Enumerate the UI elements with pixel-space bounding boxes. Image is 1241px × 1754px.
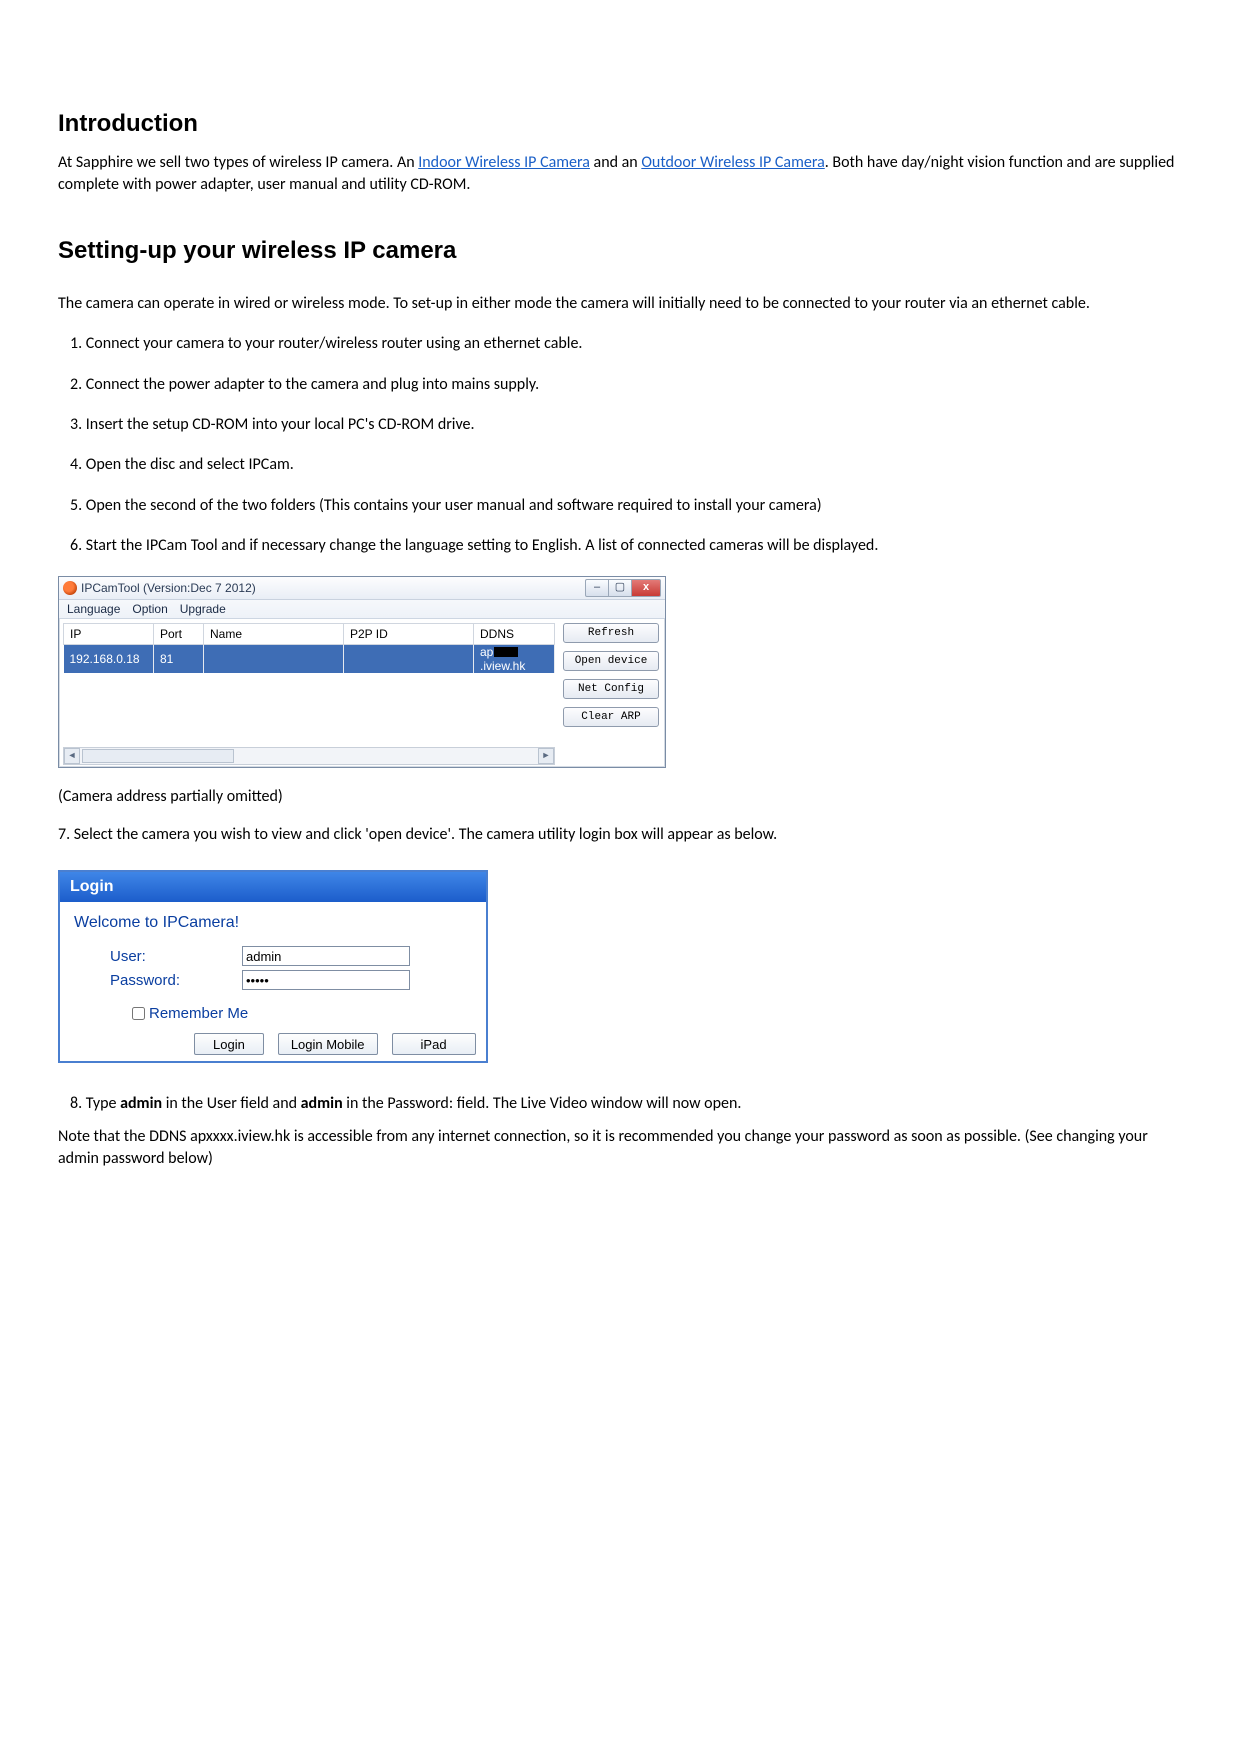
menubar: Language Option Upgrade bbox=[59, 600, 665, 619]
step8-b2: admin bbox=[301, 1094, 343, 1113]
horizontal-scrollbar[interactable]: ◄ ► bbox=[63, 747, 555, 765]
camera-table[interactable]: IP Port Name P2P ID DDNS 192.168.0.18 81… bbox=[63, 623, 555, 753]
app-icon bbox=[63, 581, 77, 595]
step8-mid1: in the User field and bbox=[162, 1094, 301, 1113]
ipad-button[interactable]: iPad bbox=[392, 1033, 476, 1055]
cell-ip: 192.168.0.18 bbox=[64, 644, 154, 673]
remember-label: Remember Me bbox=[149, 1005, 248, 1022]
col-port[interactable]: Port bbox=[154, 623, 204, 644]
scroll-left-arrow-icon[interactable]: ◄ bbox=[64, 748, 80, 764]
window-title: IPCamTool (Version:Dec 7 2012) bbox=[81, 581, 256, 595]
ddns-post: .iview.hk bbox=[480, 659, 525, 673]
window-close-button[interactable]: x bbox=[632, 579, 661, 597]
password-input[interactable] bbox=[242, 970, 410, 990]
intro-text-pre: At Sapphire we sell two types of wireles… bbox=[58, 153, 418, 172]
setup-lead: The camera can operate in wired or wirel… bbox=[58, 293, 1183, 315]
ddns-redacted bbox=[494, 647, 518, 657]
step-8: 8. Type admin in the User field and admi… bbox=[58, 1093, 1183, 1115]
link-indoor-camera[interactable]: Indoor Wireless IP Camera bbox=[418, 153, 590, 172]
table-row[interactable]: 192.168.0.18 81 ap.iview.hk bbox=[64, 644, 555, 673]
menu-option[interactable]: Option bbox=[132, 602, 167, 616]
menu-upgrade[interactable]: Upgrade bbox=[180, 602, 226, 616]
user-label: User: bbox=[74, 948, 242, 965]
login-dialog: Login Welcome to IPCamera! User: Passwor… bbox=[58, 870, 488, 1063]
window-maximize-button[interactable]: ▢ bbox=[609, 579, 632, 597]
cell-name bbox=[204, 644, 344, 673]
net-config-button[interactable]: Net Config bbox=[563, 679, 659, 699]
titlebar[interactable]: IPCamTool (Version:Dec 7 2012) – ▢ x bbox=[59, 577, 665, 600]
col-name[interactable]: Name bbox=[204, 623, 344, 644]
scroll-thumb[interactable] bbox=[82, 749, 234, 763]
remember-checkbox[interactable] bbox=[132, 1007, 145, 1020]
menu-language[interactable]: Language bbox=[67, 602, 120, 616]
caption-omitted: (Camera address partially omitted) bbox=[58, 786, 1183, 808]
step-4: 4. Open the disc and select IPCam. bbox=[58, 454, 1183, 476]
open-device-button[interactable]: Open device bbox=[563, 651, 659, 671]
password-label: Password: bbox=[74, 972, 242, 989]
step8-mid2: in the Password: field. The Live Video w… bbox=[343, 1094, 742, 1113]
step8-b1: admin bbox=[120, 1094, 162, 1113]
step-6: 6. Start the IPCam Tool and if necessary… bbox=[58, 535, 1183, 557]
step8-pre: 8. Type bbox=[70, 1094, 120, 1113]
step-2: 2. Connect the power adapter to the came… bbox=[58, 374, 1183, 396]
note-ddns: Note that the DDNS apxxxx.iview.hk is ac… bbox=[58, 1126, 1183, 1171]
scroll-right-arrow-icon[interactable]: ► bbox=[538, 748, 554, 764]
step-5: 5. Open the second of the two folders (T… bbox=[58, 495, 1183, 517]
heading-introduction: Introduction bbox=[58, 110, 1183, 138]
cell-port: 81 bbox=[154, 644, 204, 673]
ipcamtool-window: IPCamTool (Version:Dec 7 2012) – ▢ x Lan… bbox=[58, 576, 666, 768]
link-outdoor-camera[interactable]: Outdoor Wireless IP Camera bbox=[641, 153, 824, 172]
login-welcome: Welcome to IPCamera! bbox=[74, 914, 472, 932]
login-mobile-button[interactable]: Login Mobile bbox=[278, 1033, 378, 1055]
ddns-pre: ap bbox=[480, 645, 493, 659]
user-input[interactable] bbox=[242, 946, 410, 966]
table-header-row: IP Port Name P2P ID DDNS bbox=[64, 623, 555, 644]
refresh-button[interactable]: Refresh bbox=[563, 623, 659, 643]
step-1: 1. Connect your camera to your router/wi… bbox=[58, 333, 1183, 355]
intro-paragraph: At Sapphire we sell two types of wireles… bbox=[58, 152, 1183, 197]
clear-arp-button[interactable]: Clear ARP bbox=[563, 707, 659, 727]
heading-setup: Setting-up your wireless IP camera bbox=[58, 237, 1183, 265]
window-minimize-button[interactable]: – bbox=[585, 579, 609, 597]
col-ddns[interactable]: DDNS bbox=[474, 623, 555, 644]
login-button[interactable]: Login bbox=[194, 1033, 264, 1055]
step-7: 7. Select the camera you wish to view an… bbox=[58, 824, 1183, 846]
cell-ddns: ap.iview.hk bbox=[474, 644, 555, 673]
col-ip[interactable]: IP bbox=[64, 623, 154, 644]
login-title: Login bbox=[60, 870, 486, 902]
step-3: 3. Insert the setup CD-ROM into your loc… bbox=[58, 414, 1183, 436]
col-p2pid[interactable]: P2P ID bbox=[344, 623, 474, 644]
cell-p2pid bbox=[344, 644, 474, 673]
intro-text-mid: and an bbox=[590, 153, 641, 172]
